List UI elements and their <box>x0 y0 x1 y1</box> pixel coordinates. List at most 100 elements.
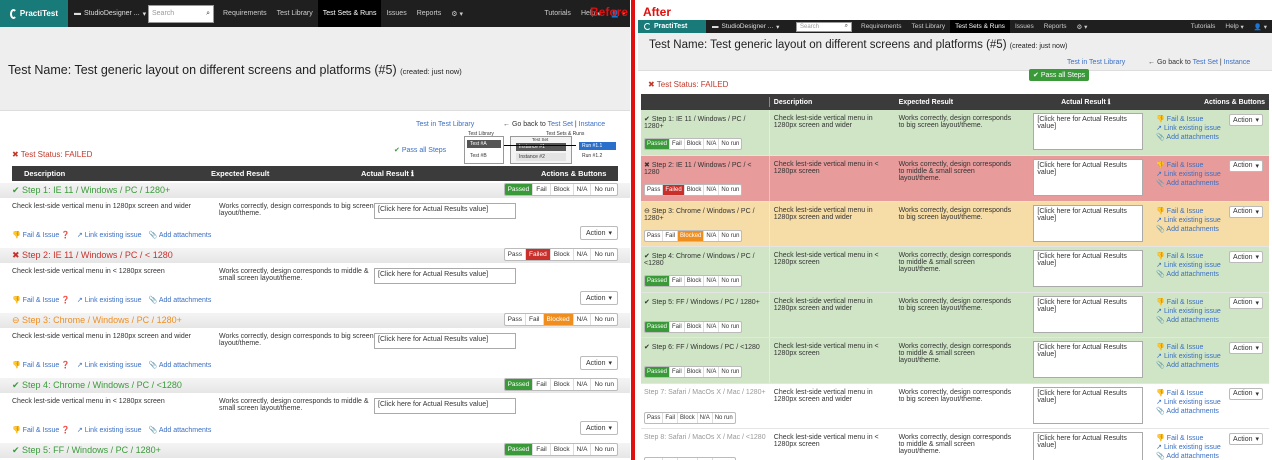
status-fail-button[interactable]: Fail <box>663 230 679 241</box>
project-selector[interactable]: ▬ StudioDesigner ... ▾ <box>68 0 148 27</box>
actual-result-field[interactable]: [Click here for Actual Results value] <box>1033 204 1144 242</box>
actual-result-field[interactable]: [Click here for Actual Results value] <box>1033 113 1144 150</box>
status-pass-button[interactable]: Passed <box>645 367 671 377</box>
nav-test-library[interactable]: Test Library <box>906 20 950 33</box>
status-pass-button[interactable]: Pass <box>505 314 527 325</box>
status-pass-button[interactable]: Passed <box>645 321 671 332</box>
status-na-button[interactable]: N/A <box>574 379 592 390</box>
add-attachments-link[interactable]: 📎 Add attachments <box>1156 452 1265 460</box>
status-norun-button[interactable]: No run <box>719 367 741 377</box>
fail-and-issue-link[interactable]: 👎 Fail & Issue ❓ <box>12 296 70 304</box>
actual-result-field[interactable]: [Click here for Actual Results value] <box>1033 295 1144 333</box>
status-na-button[interactable]: N/A <box>704 230 720 241</box>
status-block-button[interactable]: Block <box>685 184 705 195</box>
nav-requirements[interactable]: Requirements <box>856 20 906 33</box>
nav-reports[interactable]: Reports <box>412 0 447 27</box>
nav-help[interactable]: Help ▾ <box>1220 20 1248 33</box>
action-dropdown-button[interactable]: Action ▾ <box>1229 251 1264 263</box>
status-norun-button[interactable]: No run <box>719 276 741 286</box>
status-block-button[interactable]: Blocked <box>543 314 574 325</box>
status-pass-button[interactable]: Pass <box>505 249 527 260</box>
status-block-button[interactable]: Block <box>685 276 705 286</box>
fail-and-issue-link[interactable]: 👎 Fail & Issue ❓ <box>12 426 70 434</box>
status-block-button[interactable]: Block <box>685 321 705 332</box>
action-dropdown-button[interactable]: Action ▾ <box>1229 114 1264 126</box>
add-attachments-link[interactable]: 📎 Add attachments <box>1156 179 1265 187</box>
actual-result-field[interactable]: [Click here for Actual Results value] <box>374 268 516 284</box>
status-fail-button[interactable]: Failed <box>663 184 685 195</box>
status-norun-button[interactable]: No run <box>591 249 617 260</box>
link-existing-issue-link[interactable]: ↗ Link existing issue <box>77 296 142 304</box>
add-attachments-link[interactable]: 📎 Add attachments <box>1156 133 1265 141</box>
actual-result-field[interactable]: [Click here for Actual Results value] <box>374 203 516 219</box>
status-norun-button[interactable]: No run <box>719 139 741 149</box>
nav-issues[interactable]: Issues <box>381 0 411 27</box>
nav-test-sets-runs[interactable]: Test Sets & Runs <box>317 0 382 27</box>
action-dropdown-button[interactable]: Action ▾ <box>1229 387 1264 400</box>
add-attachments-link[interactable]: 📎 Add attachments <box>149 231 212 239</box>
status-fail-button[interactable]: Fail <box>670 367 685 377</box>
add-attachments-link[interactable]: 📎 Add attachments <box>149 361 212 369</box>
status-block-button[interactable]: Block <box>551 444 574 455</box>
status-pass-button[interactable]: Passed <box>645 139 671 149</box>
search-input-after[interactable]: Search ⌕ <box>796 21 852 32</box>
status-norun-button[interactable]: No run <box>591 379 617 390</box>
actual-result-field[interactable]: [Click here for Actual Results value] <box>1033 341 1144 378</box>
status-na-button[interactable]: N/A <box>574 314 592 325</box>
add-attachments-link[interactable]: 📎 Add attachments <box>1156 270 1265 278</box>
add-attachments-link[interactable]: 📎 Add attachments <box>149 426 212 434</box>
status-fail-button[interactable]: Fail <box>533 379 551 390</box>
status-block-button[interactable]: Block <box>551 379 574 390</box>
actual-result-field[interactable]: [Click here for Actual Results value] <box>1033 386 1144 424</box>
actual-result-field[interactable]: [Click here for Actual Results value] <box>1033 250 1144 287</box>
nav-test-library[interactable]: Test Library <box>272 0 318 27</box>
nav-test-sets-runs[interactable]: Test Sets & Runs <box>950 20 1010 33</box>
project-selector-after[interactable]: ▬ StudioDesigner ... ▾ <box>706 20 796 33</box>
status-block-button[interactable]: Block <box>678 412 698 423</box>
practitest-logo-after[interactable]: PractiTest <box>638 20 706 33</box>
action-dropdown-button[interactable]: Action ▾ <box>1229 433 1264 445</box>
status-block-button[interactable]: Blocked <box>678 230 705 241</box>
status-norun-button[interactable]: No run <box>719 322 741 332</box>
action-dropdown-button[interactable]: Action ▾ <box>1229 159 1264 172</box>
nav-tutorials[interactable]: Tutorials <box>539 0 576 27</box>
status-fail-button[interactable]: Fail <box>533 184 551 195</box>
status-fail-button[interactable]: Fail <box>670 139 685 149</box>
status-na-button[interactable]: N/A <box>704 321 720 332</box>
action-dropdown-button[interactable]: Action ▾ <box>580 291 618 305</box>
status-pass-button[interactable]: Pass <box>645 184 664 195</box>
status-norun-button[interactable]: No run <box>713 413 735 423</box>
status-fail-button[interactable]: Failed <box>526 249 551 260</box>
instance-link[interactable]: Instance <box>1224 59 1250 66</box>
actual-result-field[interactable]: [Click here for Actual Results value] <box>374 398 516 414</box>
test-in-library-link[interactable]: Test in Test Library <box>416 121 474 128</box>
status-norun-button[interactable]: No run <box>591 184 617 195</box>
pass-all-steps-button[interactable]: ✔ Pass all Steps <box>1029 69 1090 81</box>
nav-issues[interactable]: Issues <box>1010 20 1039 33</box>
add-attachments-link[interactable]: 📎 Add attachments <box>1156 225 1265 233</box>
status-pass-button[interactable]: Passed <box>504 379 534 390</box>
test-in-library-link[interactable]: Test in Test Library <box>1067 59 1125 66</box>
status-pass-button[interactable]: Pass <box>645 412 664 423</box>
status-na-button[interactable]: N/A <box>704 139 720 149</box>
action-dropdown-button[interactable]: Action ▾ <box>580 226 618 240</box>
link-existing-issue-link[interactable]: ↗ Link existing issue <box>77 361 142 369</box>
status-norun-button[interactable]: No run <box>591 444 617 455</box>
settings-menu[interactable]: ⚙ ▾ <box>446 0 468 27</box>
status-norun-button[interactable]: No run <box>719 231 741 241</box>
fail-and-issue-link[interactable]: 👎 Fail & Issue ❓ <box>12 361 70 369</box>
test-set-link[interactable]: Test Set <box>1193 59 1218 66</box>
instance-link[interactable]: Instance <box>579 121 605 128</box>
action-dropdown-button[interactable]: Action ▾ <box>1229 205 1264 218</box>
status-block-button[interactable]: Block <box>685 367 705 377</box>
status-pass-button[interactable]: Pass <box>645 230 664 241</box>
add-attachments-link[interactable]: 📎 Add attachments <box>1156 316 1265 324</box>
action-dropdown-button[interactable]: Action ▾ <box>1229 342 1264 354</box>
link-existing-issue-link[interactable]: ↗ Link existing issue <box>77 231 142 239</box>
status-fail-button[interactable]: Fail <box>670 276 685 286</box>
status-na-button[interactable]: N/A <box>574 444 592 455</box>
add-attachments-link[interactable]: 📎 Add attachments <box>1156 361 1265 369</box>
status-block-button[interactable]: Block <box>551 249 574 260</box>
status-pass-button[interactable]: Passed <box>645 276 671 286</box>
actual-result-field[interactable]: [Click here for Actual Results value] <box>374 333 516 349</box>
